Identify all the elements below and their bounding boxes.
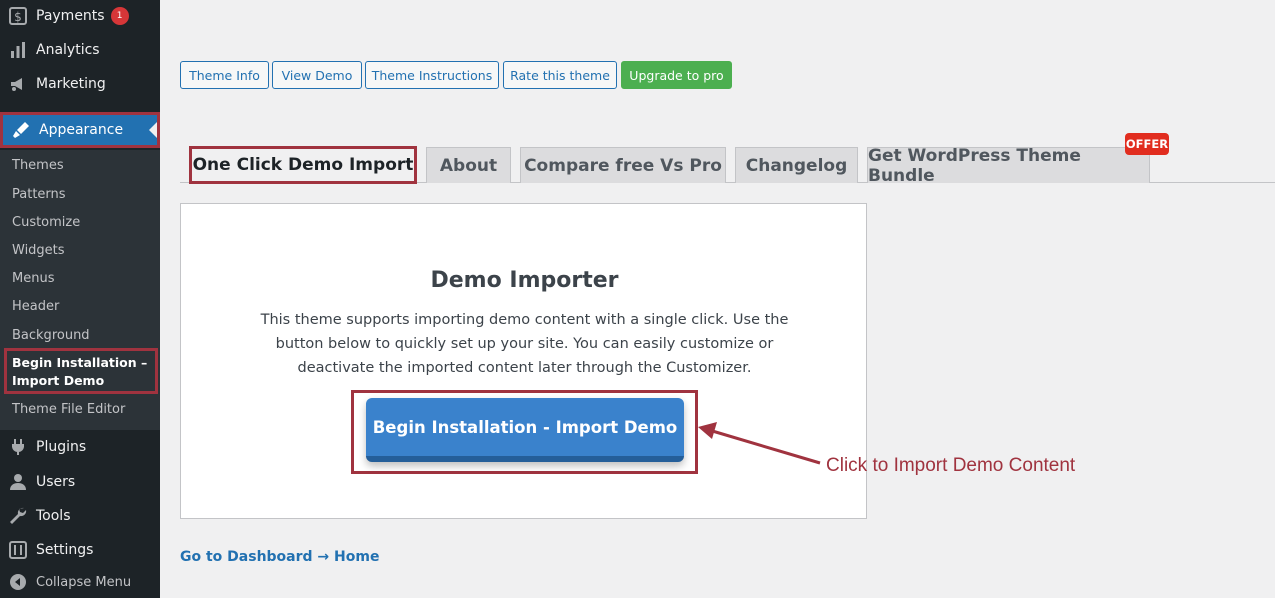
rate-theme-button[interactable]: Rate this theme — [503, 61, 617, 89]
menu-item-label: Settings — [36, 542, 94, 558]
menu-item-plugins[interactable]: Plugins — [0, 430, 160, 464]
demo-importer-panel: Demo Importer This theme supports import… — [180, 203, 867, 519]
menu-item-label: Plugins — [36, 439, 87, 455]
menu-item-tools[interactable]: Tools — [0, 499, 160, 533]
panel-description: This theme supports importing demo conte… — [260, 312, 789, 376]
submenu-item-customize[interactable]: Customize — [12, 215, 80, 230]
offer-badge: OFFER — [1125, 133, 1169, 155]
user-icon — [0, 472, 36, 492]
submenu-item-widgets[interactable]: Widgets — [12, 243, 65, 258]
menu-item-label: Tools — [36, 508, 71, 524]
view-demo-button[interactable]: View Demo — [272, 61, 362, 89]
submenu-item-theme-file-editor[interactable]: Theme File Editor — [12, 402, 125, 417]
menu-item-label: Analytics — [36, 42, 100, 58]
collapse-icon — [0, 572, 36, 592]
submenu-item-background[interactable]: Background — [12, 328, 90, 343]
submenu-item-begin-installation[interactable]: Begin Installation – Import Demo — [4, 348, 158, 394]
menu-item-users[interactable]: Users — [0, 465, 160, 499]
menu-item-label: Collapse Menu — [36, 574, 132, 590]
callout-text: Click to Import Demo Content — [826, 455, 1076, 476]
tab-one-click-demo-import[interactable]: One Click Demo Import — [189, 146, 417, 184]
collapse-menu-button[interactable]: Collapse Menu — [0, 565, 160, 598]
panel-title: Demo Importer — [430, 268, 619, 293]
go-to-dashboard-link[interactable]: Go to Dashboard → Home — [180, 549, 379, 565]
megaphone-icon — [0, 74, 36, 94]
plug-icon — [0, 437, 36, 457]
submenu-item-patterns[interactable]: Patterns — [12, 187, 66, 202]
submenu-item-menus[interactable]: Menus — [12, 271, 54, 286]
submenu-item-header[interactable]: Header — [12, 299, 59, 314]
bar-chart-icon — [0, 40, 36, 60]
menu-item-label: Appearance — [39, 122, 124, 138]
tab-theme-bundle[interactable]: Get WordPress Theme Bundle — [867, 146, 1150, 186]
begin-installation-button[interactable]: Begin Installation - Import Demo — [366, 398, 684, 462]
current-menu-arrow-icon — [149, 122, 157, 138]
wrench-icon — [0, 506, 36, 526]
menu-item-payments[interactable]: $ Payments 1 — [0, 0, 160, 32]
svg-text:$: $ — [14, 10, 22, 24]
menu-item-appearance[interactable]: Appearance — [0, 112, 160, 148]
menu-item-label: Users — [36, 474, 76, 490]
dollar-icon: $ — [0, 6, 36, 26]
menu-item-label: Payments — [36, 8, 105, 24]
admin-sidebar: $ Payments 1 Analytics Marketing Appeara… — [0, 0, 160, 598]
menu-item-marketing[interactable]: Marketing — [0, 67, 160, 101]
annotation-arrow-icon — [698, 422, 821, 465]
menu-item-label: Marketing — [36, 76, 106, 92]
appearance-submenu: Themes Patterns Customize Widgets Menus … — [0, 150, 160, 430]
tab-changelog[interactable]: Changelog — [735, 147, 858, 183]
upgrade-to-pro-button[interactable]: Upgrade to pro — [621, 61, 732, 89]
menu-item-analytics[interactable]: Analytics — [0, 33, 160, 67]
theme-info-button[interactable]: Theme Info — [180, 61, 269, 89]
submenu-item-themes[interactable]: Themes — [12, 158, 64, 173]
notification-badge: 1 — [110, 7, 129, 25]
theme-instructions-button[interactable]: Theme Instructions — [365, 61, 499, 89]
paintbrush-icon — [3, 120, 39, 140]
tab-compare-free-vs-pro[interactable]: Compare free Vs Pro — [520, 147, 726, 183]
tab-about[interactable]: About — [426, 147, 511, 183]
menu-item-settings[interactable]: Settings — [0, 533, 160, 567]
cta-highlight-frame: Begin Installation - Import Demo — [351, 390, 698, 474]
settings-sliders-icon — [0, 540, 36, 560]
